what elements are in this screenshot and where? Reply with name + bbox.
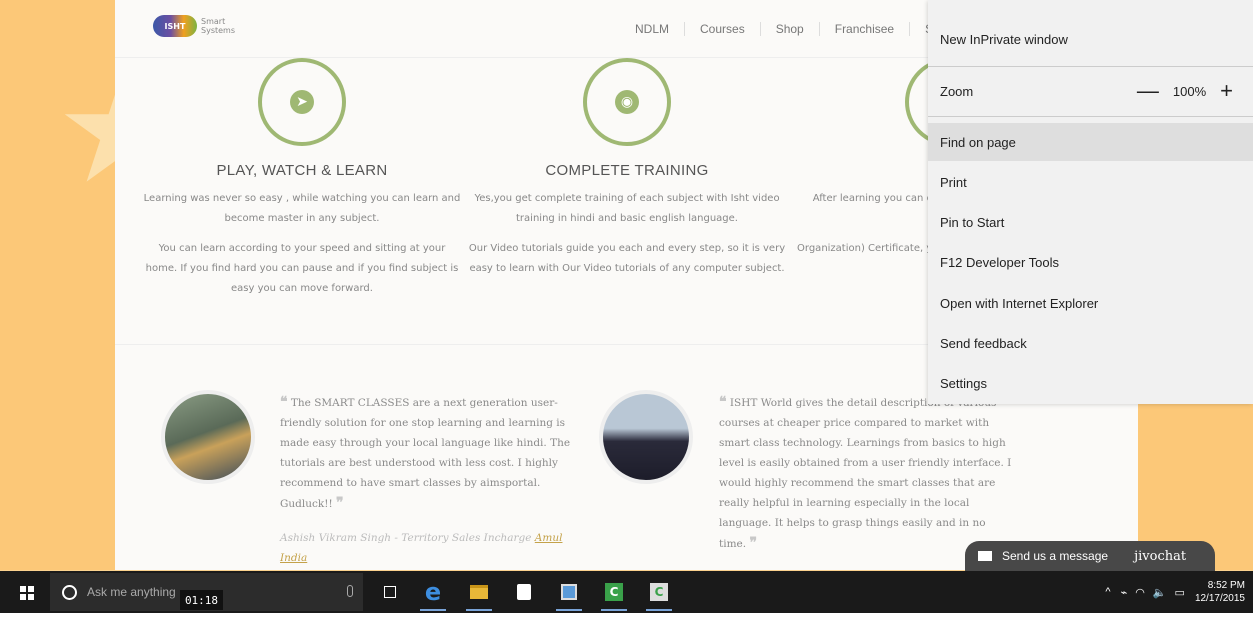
testimonial-2: ❝ ISHT World gives the detail descriptio… (719, 392, 1014, 554)
camtasia-recorder-icon[interactable]: C (646, 579, 672, 611)
menu-item-send-feedback[interactable]: Send feedback (928, 324, 1253, 362)
camtasia-icon[interactable]: C (601, 579, 627, 611)
network-icon[interactable]: ⌁ (1121, 586, 1128, 599)
open-quote-icon: ❝ (719, 394, 727, 410)
cortana-icon (62, 584, 77, 600)
notifications-icon[interactable]: ▭ (1175, 586, 1185, 599)
feature-circle: ➤ (258, 58, 346, 146)
testimonial-1: ❝ The SMART CLASSES are a next generatio… (280, 392, 575, 568)
system-tray: ^ ⌁ ◠ 🔈 ▭ 8:52 PM 12/17/2015 (1105, 571, 1253, 613)
menu-item-find-on-page[interactable]: Find on page (928, 123, 1253, 161)
video-timestamp: 01:18 (180, 590, 223, 610)
nav-link-shop[interactable]: Shop (759, 22, 819, 36)
feature-text: Learning was never so easy , while watch… (143, 193, 461, 224)
menu-item-developer-tools[interactable]: F12 Developer Tools (928, 243, 1253, 281)
active-indicator (466, 609, 492, 611)
mail-icon (978, 551, 992, 561)
active-indicator (556, 609, 582, 611)
task-view-icon[interactable] (377, 579, 403, 605)
nav-link-ndlm[interactable]: NDLM (620, 22, 684, 36)
menu-item-open-with-ie[interactable]: Open with Internet Explorer (928, 284, 1253, 322)
menu-item-new-inprivate[interactable]: New InPrivate window (928, 20, 1253, 58)
show-hidden-icons-icon[interactable]: ^ (1105, 586, 1110, 598)
active-indicator (601, 609, 627, 611)
store-icon[interactable] (511, 579, 537, 605)
feature-circle: ◉ (583, 58, 671, 146)
feature-title: COMPLETE TRAINING (545, 162, 709, 179)
testimonial-quote: ISHT World gives the detail description … (719, 397, 1012, 550)
paper-plane-icon: ➤ (290, 90, 314, 114)
testimonial-avatar (161, 390, 255, 484)
site-logo[interactable]: ISHT Smart Systems (153, 15, 235, 37)
zoom-controls: — 100% + (1137, 80, 1233, 102)
zoom-out-button[interactable]: — (1137, 80, 1159, 102)
feature-text: Our Video tutorials guide you each and e… (468, 243, 786, 274)
clock-date: 12/17/2015 (1194, 593, 1245, 604)
volume-icon[interactable]: 🔈 (1153, 586, 1167, 599)
clock-time: 8:52 PM (1207, 580, 1245, 591)
app-window-icon[interactable] (556, 579, 582, 611)
open-quote-icon: ❝ (280, 394, 288, 410)
taskbar-clock[interactable]: 8:52 PM 12/17/2015 (1195, 579, 1253, 605)
chat-message-label: Send us a message (1002, 549, 1109, 563)
testimonial-avatar (599, 390, 693, 484)
menu-item-pin-to-start[interactable]: Pin to Start (928, 203, 1253, 241)
zoom-in-button[interactable]: + (1220, 80, 1233, 102)
menu-divider (928, 66, 1253, 67)
close-quote-icon: ❞ (336, 495, 344, 511)
nav-link-courses[interactable]: Courses (684, 22, 760, 36)
feature-text: You can learn according to your speed an… (145, 243, 459, 294)
file-explorer-icon[interactable] (466, 579, 492, 611)
testimonial-author: Ashish Vikram Singh - Territory Sales In… (280, 528, 575, 568)
author-name: Ashish Vikram Singh - Territory Sales In… (280, 532, 532, 544)
active-indicator (420, 609, 446, 611)
logo-mark: ISHT (153, 15, 197, 37)
active-indicator (646, 609, 672, 611)
feature-complete-training: ◉ COMPLETE TRAINING Yes,you get complete… (467, 58, 787, 279)
zoom-value: 100% (1172, 83, 1207, 99)
logo-text-line-2: Systems (201, 26, 235, 35)
chat-widget[interactable]: Send us a message jivochat (965, 541, 1215, 571)
menu-item-settings[interactable]: Settings (928, 364, 1253, 402)
nav-link-franchisee[interactable]: Franchisee (818, 22, 909, 36)
edge-browser-icon[interactable]: e (420, 579, 446, 611)
menu-divider (928, 116, 1253, 117)
close-quote-icon: ❞ (749, 535, 757, 551)
menu-item-zoom-label: Zoom (940, 83, 974, 99)
bottom-strip (0, 613, 1253, 623)
feature-title: PLAY, WATCH & LEARN (216, 162, 388, 179)
menu-zoom-row: Zoom — 100% + (928, 71, 1253, 111)
wifi-icon[interactable]: ◠ (1135, 586, 1145, 599)
microphone-icon[interactable] (347, 585, 353, 597)
globe-icon: ◉ (615, 90, 639, 114)
search-placeholder: Ask me anything (87, 585, 176, 599)
feature-play-watch-learn: ➤ PLAY, WATCH & LEARN Learning was never… (142, 58, 462, 299)
browser-more-menu: New InPrivate window Zoom — 100% + Find … (928, 0, 1253, 404)
menu-item-print[interactable]: Print (928, 163, 1253, 201)
chat-brand: jivochat (1134, 548, 1187, 564)
logo-text: Smart Systems (201, 17, 235, 35)
logo-text-line-1: Smart (201, 17, 226, 26)
site-nav: NDLM Courses Shop Franchisee Softw (620, 22, 970, 36)
windows-start-icon[interactable] (20, 586, 34, 600)
testimonial-quote: The SMART CLASSES are a next generation … (280, 397, 571, 510)
feature-text: Yes,you get complete training of each su… (474, 193, 780, 224)
